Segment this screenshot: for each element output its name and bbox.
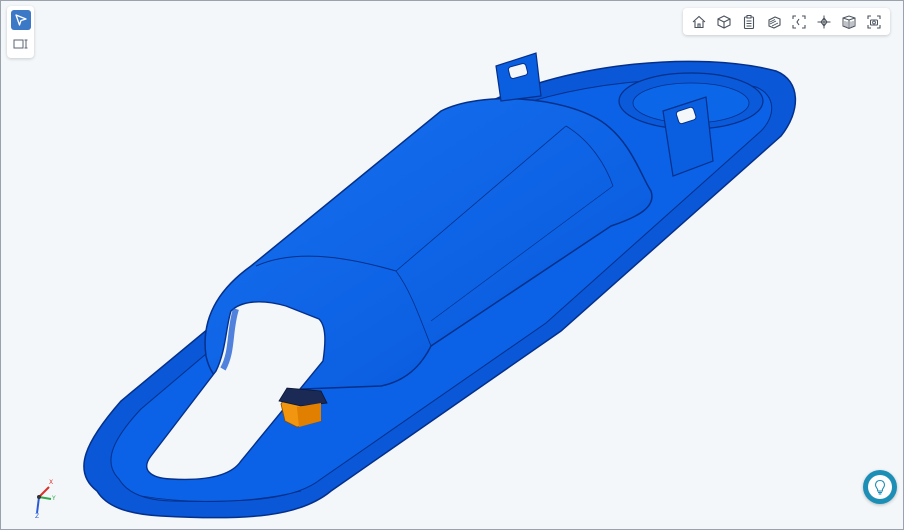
home-view-button[interactable] [689, 12, 709, 32]
axis-x-label: X [49, 479, 54, 486]
3d-model[interactable] [1, 1, 903, 529]
hint-button[interactable] [863, 470, 897, 504]
cube-view-button[interactable] [714, 12, 734, 32]
explode-view-button[interactable] [814, 12, 834, 32]
clipboard-button[interactable] [739, 12, 759, 32]
layers-icon [768, 15, 781, 29]
cursor-select-icon [14, 14, 27, 26]
left-tool-panel [7, 6, 34, 58]
clipboard-icon [743, 14, 754, 29]
axis-z-label: Z [35, 513, 40, 520]
mounting-tab-left [495, 52, 542, 102]
fit-view-icon [792, 14, 806, 29]
cube-view-icon [717, 14, 731, 29]
cube-grid-icon [842, 14, 856, 29]
axis-triad: X Y Z [27, 477, 59, 528]
explode-icon [817, 15, 831, 28]
lightbulb-icon [874, 479, 886, 495]
cursor-select-button[interactable] [10, 10, 31, 30]
selected-feature-marker[interactable] [278, 387, 328, 428]
layers-button[interactable] [764, 12, 784, 32]
axis-y-label: Y [52, 495, 56, 502]
view-toolbar [683, 8, 890, 35]
screenshot-icon [867, 14, 881, 29]
screenshot-button[interactable] [864, 12, 884, 32]
fit-view-button[interactable] [789, 12, 809, 32]
panel-toggle-button[interactable] [11, 34, 31, 54]
3d-viewport[interactable]: X Y Z [0, 0, 904, 530]
panel-toggle-icon [13, 39, 27, 49]
home-icon [692, 15, 705, 28]
cube-grid-button[interactable] [839, 12, 859, 32]
